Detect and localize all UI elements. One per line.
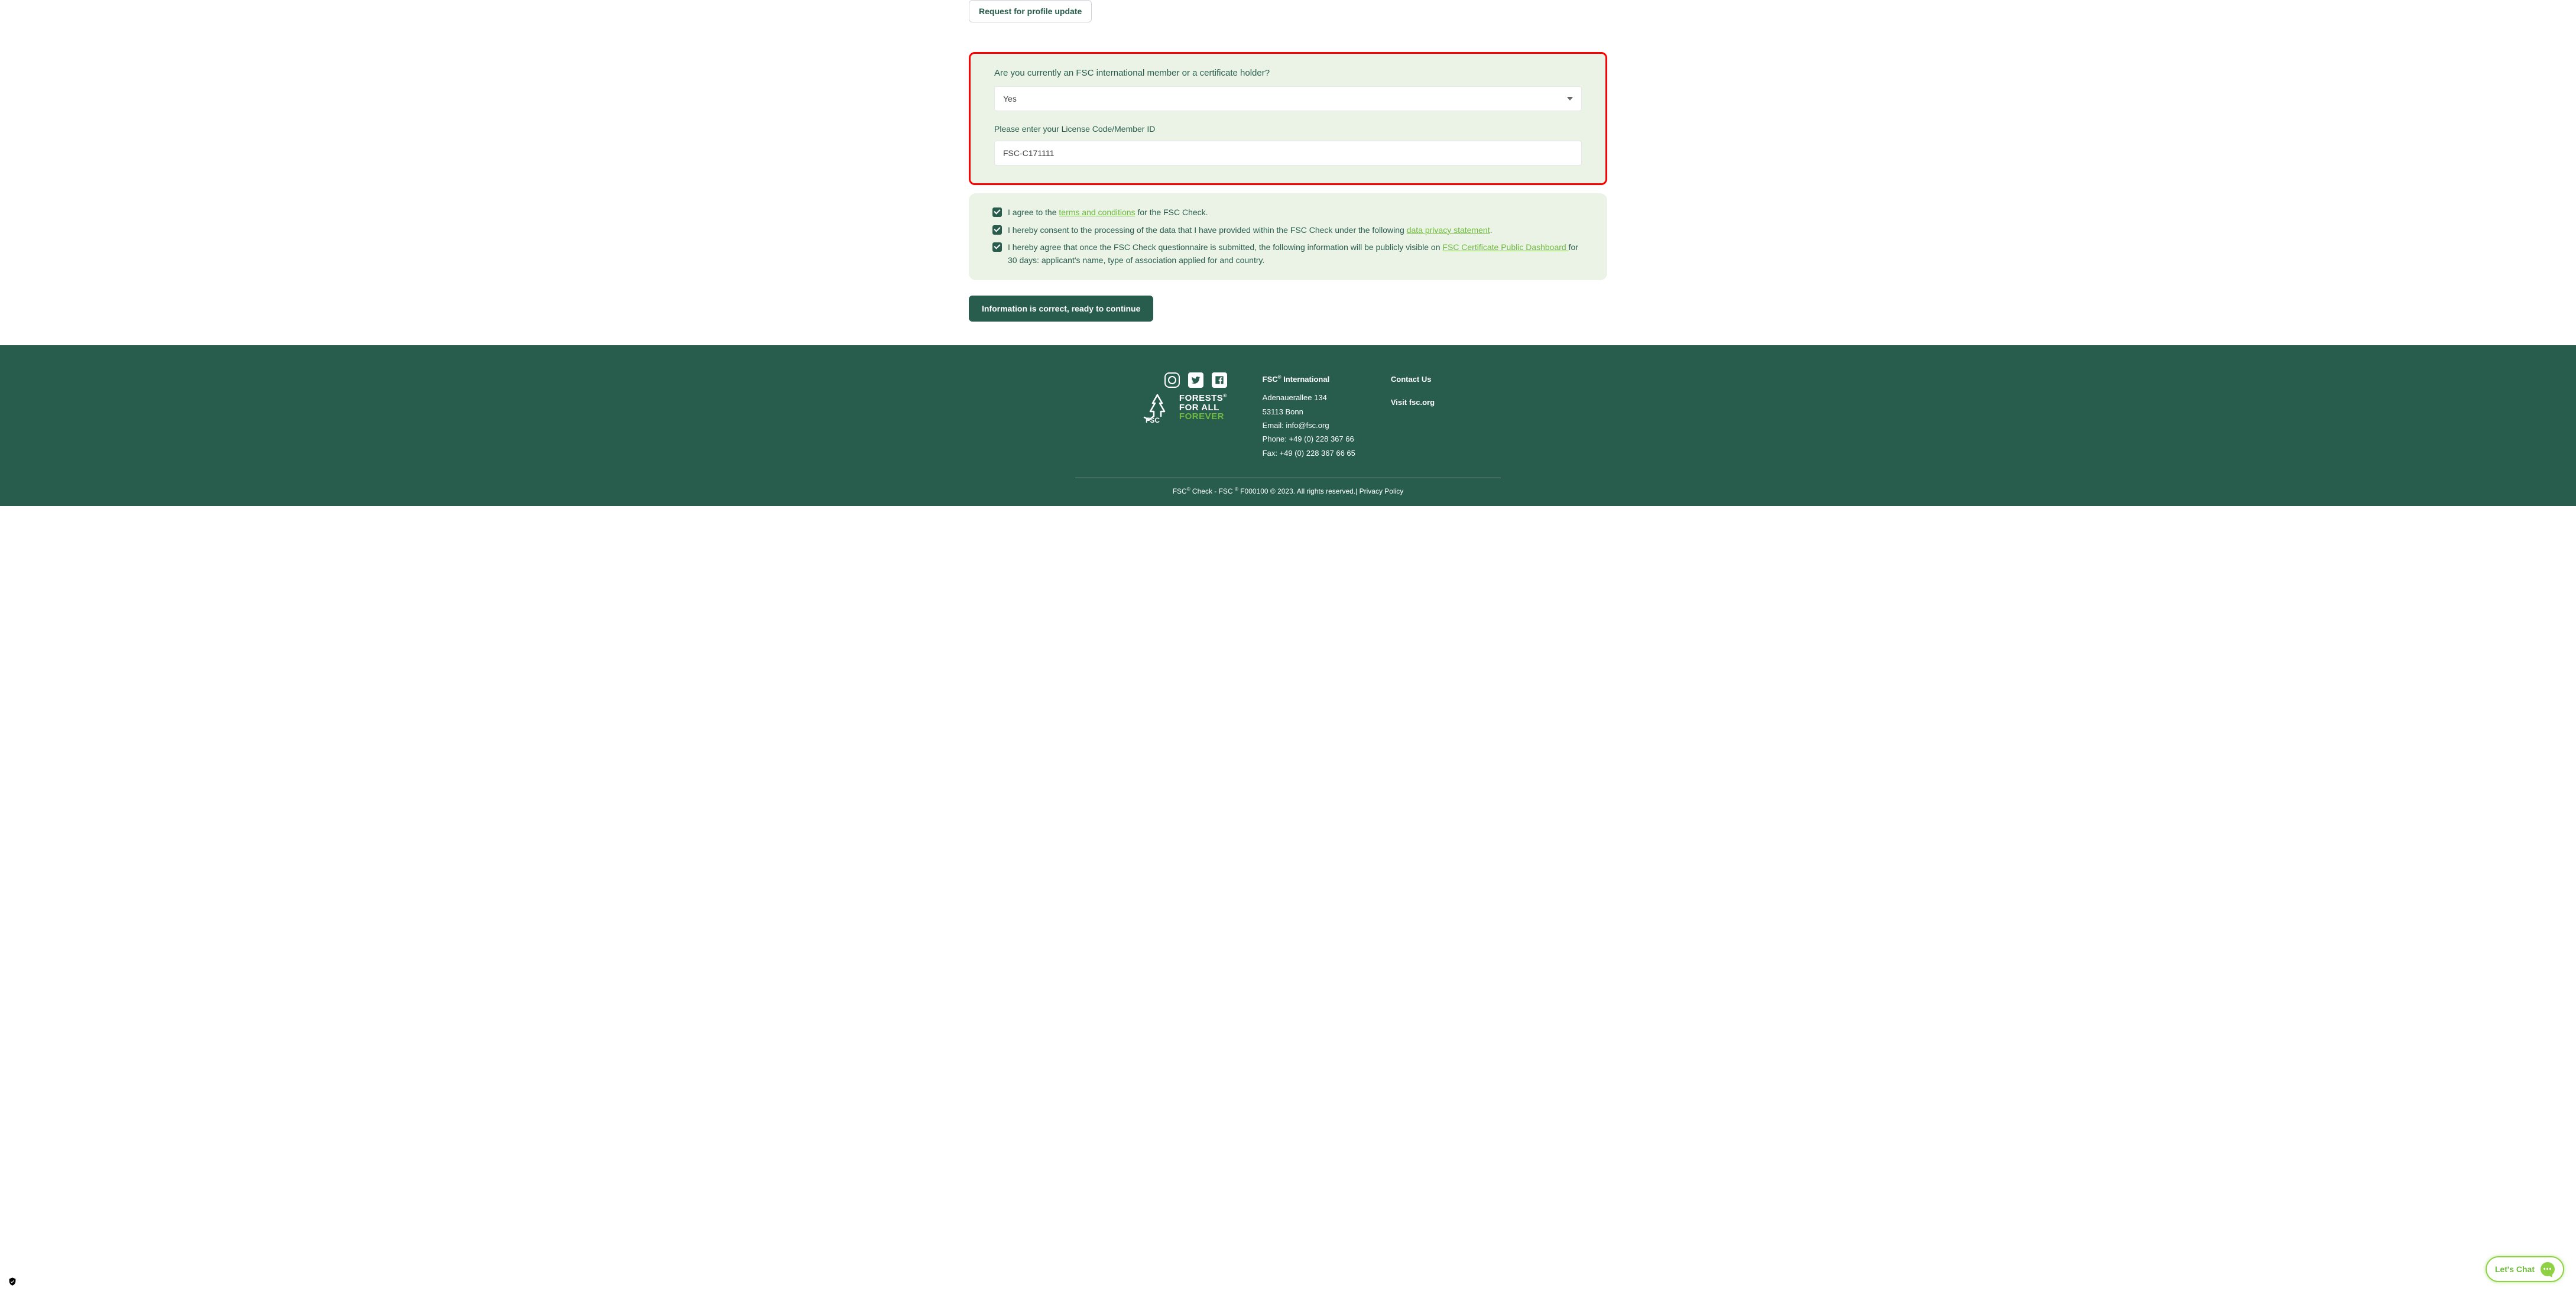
footer-logo-block: FSC FORESTS® FOR ALL FOREVER — [1141, 372, 1227, 423]
twitter-icon[interactable] — [1188, 372, 1203, 388]
footer-addr-2: 53113 Bonn — [1263, 405, 1355, 419]
public-dashboard-link[interactable]: FSC Certificate Public Dashboard — [1442, 242, 1568, 252]
footer-phone: Phone: +49 (0) 228 367 66 — [1263, 432, 1355, 446]
chat-icon: ••• — [2541, 1262, 2555, 1276]
terms-checkbox[interactable] — [992, 207, 1002, 217]
terms-text: I agree to the terms and conditions for … — [1008, 206, 1208, 219]
license-code-value: FSC-C171111 — [1003, 148, 1054, 158]
dashboard-text-a: I hereby agree that once the FSC Check q… — [1008, 242, 1442, 252]
footer-address-column: FSC® International Adenauerallee 134 531… — [1263, 372, 1355, 460]
logo-line-3: FOREVER — [1179, 412, 1227, 421]
privacy-text: I hereby consent to the processing of th… — [1008, 224, 1492, 237]
member-question-label: Are you currently an FSC international m… — [994, 68, 1582, 78]
privacy-checkbox[interactable] — [992, 225, 1002, 235]
terms-text-b: for the FSC Check. — [1135, 207, 1208, 217]
logo-line-2: FOR ALL — [1179, 403, 1227, 413]
footer-email: Email: info@fsc.org — [1263, 419, 1355, 432]
request-profile-update-button[interactable]: Request for profile update — [969, 0, 1092, 22]
footer-hd-a: FSC — [1263, 375, 1278, 384]
dashboard-text: I hereby agree that once the FSC Check q… — [1008, 241, 1584, 267]
contact-us-link[interactable]: Contact Us — [1391, 372, 1435, 386]
terms-and-conditions-link[interactable]: terms and conditions — [1059, 207, 1135, 217]
privacy-text-b: . — [1490, 225, 1493, 235]
fb-c: F000100 © 2023. All rights reserved.| — [1238, 487, 1360, 495]
facebook-icon[interactable] — [1212, 372, 1227, 388]
continue-button[interactable]: Information is correct, ready to continu… — [969, 296, 1153, 322]
svg-text:FSC: FSC — [1146, 416, 1160, 423]
shield-badge-icon[interactable] — [6, 1275, 19, 1288]
member-select[interactable]: Yes — [994, 86, 1582, 111]
footer-hd-b: International — [1281, 375, 1330, 384]
fb-b: Check - FSC — [1190, 487, 1235, 495]
terms-text-a: I agree to the — [1008, 207, 1059, 217]
data-privacy-link[interactable]: data privacy statement — [1407, 225, 1490, 235]
license-label: Please enter your License Code/Member ID — [994, 124, 1582, 134]
privacy-policy-link[interactable]: Privacy Policy — [1360, 487, 1404, 495]
member-select-value: Yes — [1003, 94, 1017, 103]
instagram-icon[interactable] — [1164, 372, 1180, 388]
footer-copyright: FSC® Check - FSC ® F000100 © 2023. All r… — [0, 487, 2576, 495]
footer-links-column: Contact Us Visit fsc.org — [1391, 372, 1435, 419]
chat-label: Let's Chat — [2495, 1264, 2535, 1274]
dashboard-checkbox[interactable] — [992, 242, 1002, 252]
chevron-down-icon — [1567, 97, 1573, 100]
chat-button[interactable]: Let's Chat ••• — [2486, 1256, 2564, 1282]
privacy-text-a: I hereby consent to the processing of th… — [1008, 225, 1407, 235]
fb-a: FSC — [1173, 487, 1187, 495]
logo-line-1: FORESTS — [1179, 393, 1223, 403]
visit-fsc-link[interactable]: Visit fsc.org — [1391, 395, 1435, 409]
member-question-panel: Are you currently an FSC international m… — [969, 52, 1607, 185]
footer-addr-1: Adenauerallee 134 — [1263, 391, 1355, 404]
fsc-tree-icon: FSC — [1141, 394, 1173, 423]
footer-fax: Fax: +49 (0) 228 367 66 65 — [1263, 446, 1355, 460]
consent-panel: I agree to the terms and conditions for … — [969, 193, 1607, 280]
footer: FSC FORESTS® FOR ALL FOREVER FSC® Intern… — [0, 345, 2576, 506]
license-code-input[interactable]: FSC-C171111 — [994, 141, 1582, 166]
